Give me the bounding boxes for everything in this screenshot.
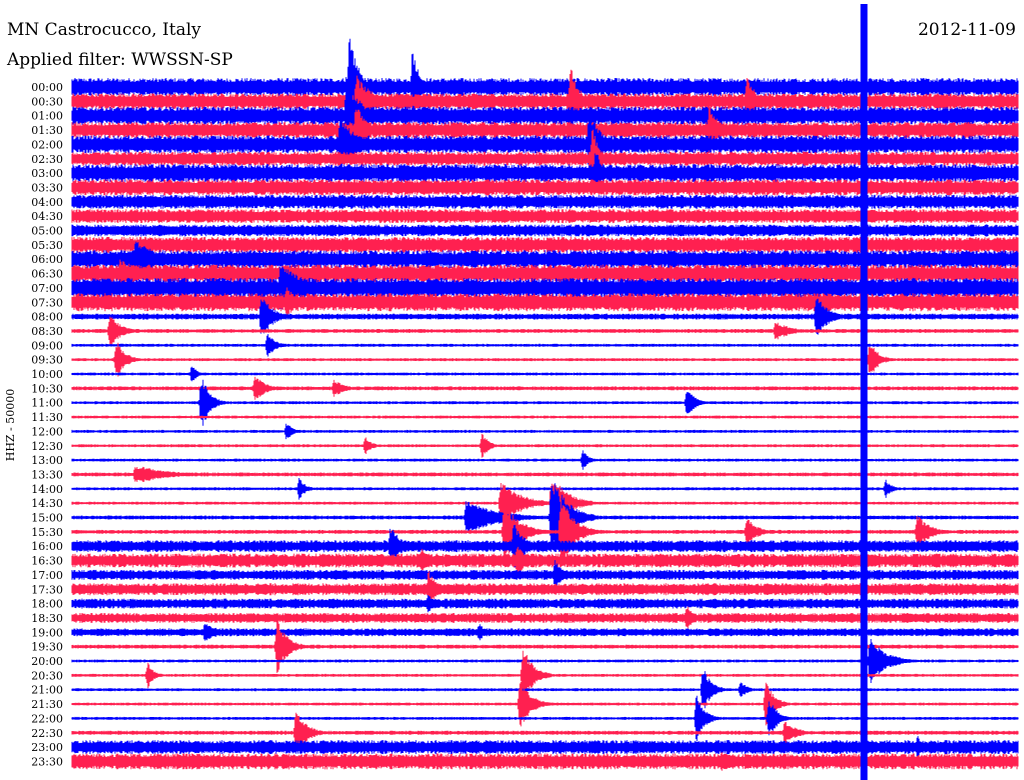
tick-label: 08:00 xyxy=(31,311,63,324)
tick-label: 04:00 xyxy=(31,196,63,209)
tick-label: 10:30 xyxy=(31,382,63,395)
tick-label: 00:00 xyxy=(31,81,63,94)
trace-1800 xyxy=(71,595,1019,613)
tick-label: 11:00 xyxy=(31,397,63,410)
seismogram-chart: HHZ - 50000 00:0000:30 01:0001:3002:00 02:3… xyxy=(4,4,1019,780)
tick-label: 07:00 xyxy=(31,282,63,295)
trace-1400 xyxy=(71,478,1019,500)
trace-1230 xyxy=(71,433,1019,458)
trace-2330 xyxy=(71,752,1019,771)
tick-label: 18:00 xyxy=(31,598,63,611)
tick-label: 00:30 xyxy=(31,95,63,108)
trace-0830 xyxy=(71,316,1019,346)
tick-label: 02:00 xyxy=(31,138,63,151)
tick-label: 20:30 xyxy=(31,669,63,682)
tick-label: 13:30 xyxy=(31,468,63,481)
trace-1130 xyxy=(71,415,1019,419)
tick-label: 03:30 xyxy=(31,181,63,194)
trace-0400 xyxy=(71,194,1019,209)
tick-label: 23:30 xyxy=(31,755,63,768)
tick-label: 09:00 xyxy=(31,339,63,352)
tick-label: 22:30 xyxy=(31,727,63,740)
trace-1300 xyxy=(71,450,1019,470)
tick-label: 01:00 xyxy=(31,110,63,123)
tick-label: 10:00 xyxy=(31,368,63,381)
tick-label: 03:00 xyxy=(31,167,63,180)
tick-label: 12:30 xyxy=(31,440,63,453)
tick-label: 21:00 xyxy=(31,684,63,697)
trace-1830 xyxy=(71,606,1019,630)
tick-label: 08:30 xyxy=(31,325,63,338)
trace-1030 xyxy=(71,376,1019,400)
tick-label: 04:30 xyxy=(31,210,63,223)
tick-label: 12:00 xyxy=(31,425,63,438)
tick-label: 06:30 xyxy=(31,268,63,281)
tick-label: 19:00 xyxy=(31,626,63,639)
tick-label: 17:00 xyxy=(31,569,63,582)
tick-label: 02:30 xyxy=(31,153,63,166)
vertical-artifact xyxy=(860,4,868,780)
tick-label: 05:00 xyxy=(31,225,63,238)
tick-label: 14:00 xyxy=(31,483,63,496)
tick-label: 20:00 xyxy=(31,655,63,668)
tick-label: 13:00 xyxy=(31,454,63,467)
tick-label: 15:30 xyxy=(31,526,63,539)
tick-label: 16:00 xyxy=(31,540,63,553)
tick-label: 05:30 xyxy=(31,239,63,252)
trace-1000 xyxy=(71,366,1019,382)
tick-label: 07:30 xyxy=(31,296,63,309)
tick-label: 14:30 xyxy=(31,497,63,510)
tick-label: 17:30 xyxy=(31,583,63,596)
tick-label: 15:00 xyxy=(31,512,63,525)
trace-0500 xyxy=(71,224,1019,237)
tick-label: 16:30 xyxy=(31,555,63,568)
trace-1330 xyxy=(71,466,1019,482)
y-axis-label: HHZ - 50000 xyxy=(4,389,17,462)
trace-0930 xyxy=(71,342,1019,377)
tick-label: 22:00 xyxy=(31,712,63,725)
tick-label: 06:00 xyxy=(31,253,63,266)
trace-0330 xyxy=(71,179,1019,196)
tick-label: 23:00 xyxy=(31,741,63,754)
tick-label: 21:30 xyxy=(31,698,63,711)
tick-label: 01:30 xyxy=(31,124,63,137)
tick-label: 19:30 xyxy=(31,641,63,654)
tick-label: 11:30 xyxy=(31,411,63,424)
trace-0430 xyxy=(71,209,1019,224)
tick-label: 18:30 xyxy=(31,612,63,625)
tick-label: 09:30 xyxy=(31,354,63,367)
trace-1200 xyxy=(71,423,1019,440)
trace-1900 xyxy=(71,624,1019,641)
trace-1530 xyxy=(71,499,1019,565)
